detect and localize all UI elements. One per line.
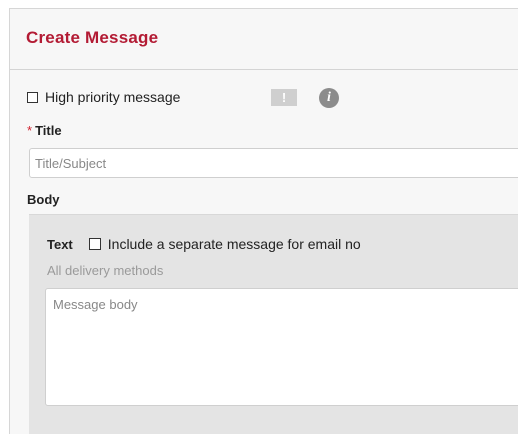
high-priority-checkbox[interactable] (27, 91, 38, 103)
high-priority-label[interactable]: High priority message (45, 89, 180, 105)
title-label-text: Title (35, 123, 62, 138)
body-section-label: Body (27, 192, 60, 207)
page: Create Message High priority message ! i… (0, 0, 518, 434)
message-body-input[interactable] (45, 288, 518, 406)
separate-email-label[interactable]: Include a separate message for email no (108, 236, 361, 252)
delivery-methods-label: All delivery methods (47, 263, 164, 278)
required-marker: * (27, 123, 33, 138)
exclamation-icon: ! (271, 89, 297, 106)
text-row: Text Include a separate message for emai… (47, 235, 361, 253)
title-field-label: * Title (27, 123, 62, 138)
text-label: Text (47, 236, 73, 252)
priority-row: High priority message (27, 88, 180, 106)
info-icon[interactable]: i (319, 88, 339, 108)
title-input[interactable] (29, 148, 518, 178)
panel-header: Create Message (10, 9, 518, 70)
separate-email-checkbox[interactable] (88, 238, 101, 250)
page-title: Create Message (26, 28, 159, 47)
